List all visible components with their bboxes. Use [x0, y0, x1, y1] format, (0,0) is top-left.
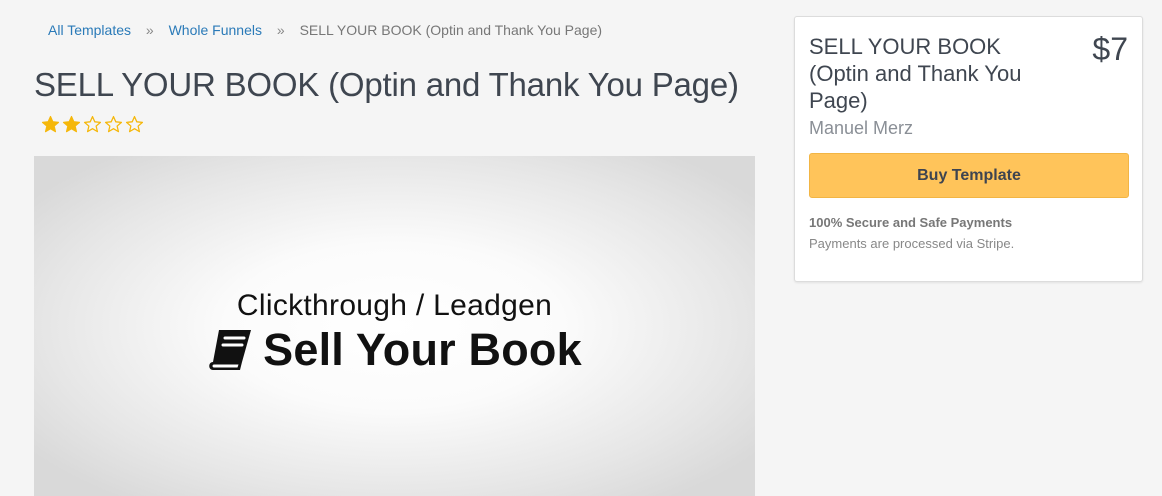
purchase-card: SELL YOUR BOOK (Optin and Thank You Page…	[794, 16, 1143, 282]
preview-subtitle: Clickthrough / Leadgen	[236, 289, 553, 322]
secure-payments-title: 100% Secure and Safe Payments	[809, 215, 1013, 230]
breadcrumb-separator: »	[145, 22, 154, 38]
book-icon	[209, 330, 252, 370]
preview-title: Sell Your Book	[263, 324, 582, 375]
author-name: Manuel Merz	[809, 118, 914, 138]
card-title: SELL YOUR BOOK (Optin and Thank You Page…	[809, 34, 1022, 113]
price-label: $7	[1092, 31, 1128, 67]
secure-payments-note: Payments are processed via Stripe.	[809, 236, 1015, 251]
breadcrumb-link-all-templates[interactable]: All Templates	[48, 22, 131, 38]
breadcrumb-link-whole-funnels[interactable]: Whole Funnels	[169, 22, 262, 38]
star-empty-icon	[125, 115, 144, 133]
preview-heading: Sell Your Book	[34, 324, 755, 376]
buy-template-button[interactable]: Buy Template	[809, 153, 1129, 198]
star-rating	[41, 115, 144, 134]
breadcrumb: All Templates » Whole Funnels » SELL YOU…	[48, 22, 602, 38]
breadcrumb-separator: »	[276, 22, 285, 38]
star-empty-icon	[83, 115, 102, 133]
star-filled-icon	[41, 115, 60, 133]
breadcrumb-current: SELL YOUR BOOK (Optin and Thank You Page…	[299, 22, 603, 38]
template-preview-image[interactable]: Clickthrough / Leadgen Sell Your Book	[34, 156, 755, 496]
star-empty-icon	[104, 115, 123, 133]
star-filled-icon	[62, 115, 81, 133]
page-title: SELL YOUR BOOK (Optin and Thank You Page…	[34, 66, 739, 103]
